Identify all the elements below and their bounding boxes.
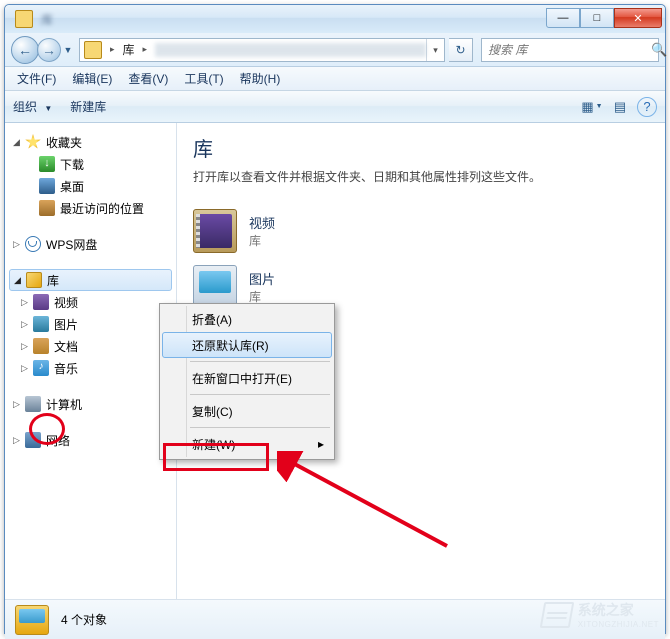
tree-videos[interactable]: ▷视频	[5, 291, 176, 313]
status-text: 4 个对象	[61, 611, 107, 628]
organize-button[interactable]: 组织 ▼	[13, 98, 52, 115]
close-button[interactable]: ✕	[614, 8, 662, 28]
cloud-icon	[25, 236, 41, 252]
ctx-collapse[interactable]: 折叠(A)	[162, 306, 332, 332]
desktop-icon	[39, 178, 55, 194]
video-library-icon	[193, 209, 237, 253]
tree-downloads[interactable]: 下载	[5, 153, 176, 175]
page-description: 打开库以查看文件并根据文件夹、日期和其他属性排列这些文件。	[193, 168, 649, 185]
separator	[190, 361, 330, 362]
forward-button[interactable]: →	[37, 38, 61, 62]
tree-network[interactable]: ▷网络	[5, 429, 176, 451]
menu-tools[interactable]: 工具(T)	[176, 68, 231, 89]
library-icon	[26, 272, 42, 288]
location-icon	[84, 41, 102, 59]
tree-computer[interactable]: ▷计算机	[5, 393, 176, 415]
titlebar: 库 — □ ✕	[5, 5, 665, 33]
app-icon	[15, 10, 33, 28]
tree-documents[interactable]: ▷文档	[5, 335, 176, 357]
tree-music[interactable]: ▷音乐	[5, 357, 176, 379]
network-icon	[25, 432, 41, 448]
search-icon[interactable]: 🔍	[651, 42, 667, 58]
computer-icon	[25, 396, 41, 412]
music-icon	[33, 360, 49, 376]
picture-icon	[33, 316, 49, 332]
download-icon	[39, 156, 55, 172]
tree-desktop[interactable]: 桌面	[5, 175, 176, 197]
ctx-restore-default-libraries[interactable]: 还原默认库(R)	[162, 332, 332, 358]
tree-wps[interactable]: ▷WPS网盘	[5, 233, 176, 255]
breadcrumb-blurred	[155, 43, 426, 57]
context-menu: 折叠(A) 还原默认库(R) 在新窗口中打开(E) 复制(C) 新建(W)▸	[159, 303, 335, 460]
window-title: 库	[41, 11, 546, 28]
search-input[interactable]	[482, 43, 651, 57]
maximize-button[interactable]: □	[580, 8, 614, 28]
ctx-new[interactable]: 新建(W)▸	[162, 431, 332, 457]
breadcrumb-root[interactable]: 库	[119, 41, 139, 58]
search-box[interactable]: 🔍	[481, 38, 659, 62]
separator	[190, 427, 330, 428]
preview-pane-button[interactable]: ▤	[609, 96, 631, 118]
tree-pictures[interactable]: ▷图片	[5, 313, 176, 335]
document-icon	[33, 338, 49, 354]
library-item-videos[interactable]: 视频库	[193, 203, 649, 259]
ctx-copy[interactable]: 复制(C)	[162, 398, 332, 424]
command-bar: 组织 ▼ 新建库 ▦▼ ▤ ?	[5, 91, 665, 123]
menu-file[interactable]: 文件(F)	[9, 68, 64, 89]
chevron-icon: ▸	[106, 44, 119, 55]
tree-recent[interactable]: 最近访问的位置	[5, 197, 176, 219]
navigation-tree: ◢收藏夹 下载 桌面 最近访问的位置 ▷WPS网盘 ◢库 ▷视频 ▷图片 ▷文档…	[5, 123, 177, 599]
back-button[interactable]: ←	[11, 36, 39, 64]
page-title: 库	[193, 133, 649, 162]
help-button[interactable]: ?	[637, 97, 657, 117]
star-icon	[25, 134, 41, 150]
menu-bar: 文件(F) 编辑(E) 查看(V) 工具(T) 帮助(H)	[5, 67, 665, 91]
explorer-window: 库 — □ ✕ ← → ▼ ▸ 库 ▸ ▾ ↻ 🔍 文件(F) 编辑(E)	[4, 4, 666, 634]
tree-libraries[interactable]: ◢库	[9, 269, 172, 291]
tree-favorites[interactable]: ◢收藏夹	[5, 131, 176, 153]
submenu-arrow-icon: ▸	[318, 437, 324, 451]
view-mode-button[interactable]: ▦▼	[581, 96, 603, 118]
separator	[190, 394, 330, 395]
menu-edit[interactable]: 编辑(E)	[64, 68, 120, 89]
refresh-button[interactable]: ↻	[449, 38, 473, 62]
address-dropdown[interactable]: ▾	[426, 39, 444, 61]
new-library-button[interactable]: 新建库	[70, 98, 106, 115]
menu-view[interactable]: 查看(V)	[120, 68, 176, 89]
status-bar: 4 个对象	[5, 599, 665, 639]
address-bar[interactable]: ▸ 库 ▸ ▾	[79, 38, 445, 62]
video-icon	[33, 294, 49, 310]
chevron-icon[interactable]: ▸	[139, 44, 152, 55]
minimize-button[interactable]: —	[546, 8, 580, 28]
ctx-open-new-window[interactable]: 在新窗口中打开(E)	[162, 365, 332, 391]
menu-help[interactable]: 帮助(H)	[232, 68, 289, 89]
history-dropdown[interactable]: ▼	[61, 36, 75, 64]
recent-icon	[39, 200, 55, 216]
navigation-bar: ← → ▼ ▸ 库 ▸ ▾ ↻ 🔍	[5, 33, 665, 67]
status-icon	[15, 605, 49, 635]
